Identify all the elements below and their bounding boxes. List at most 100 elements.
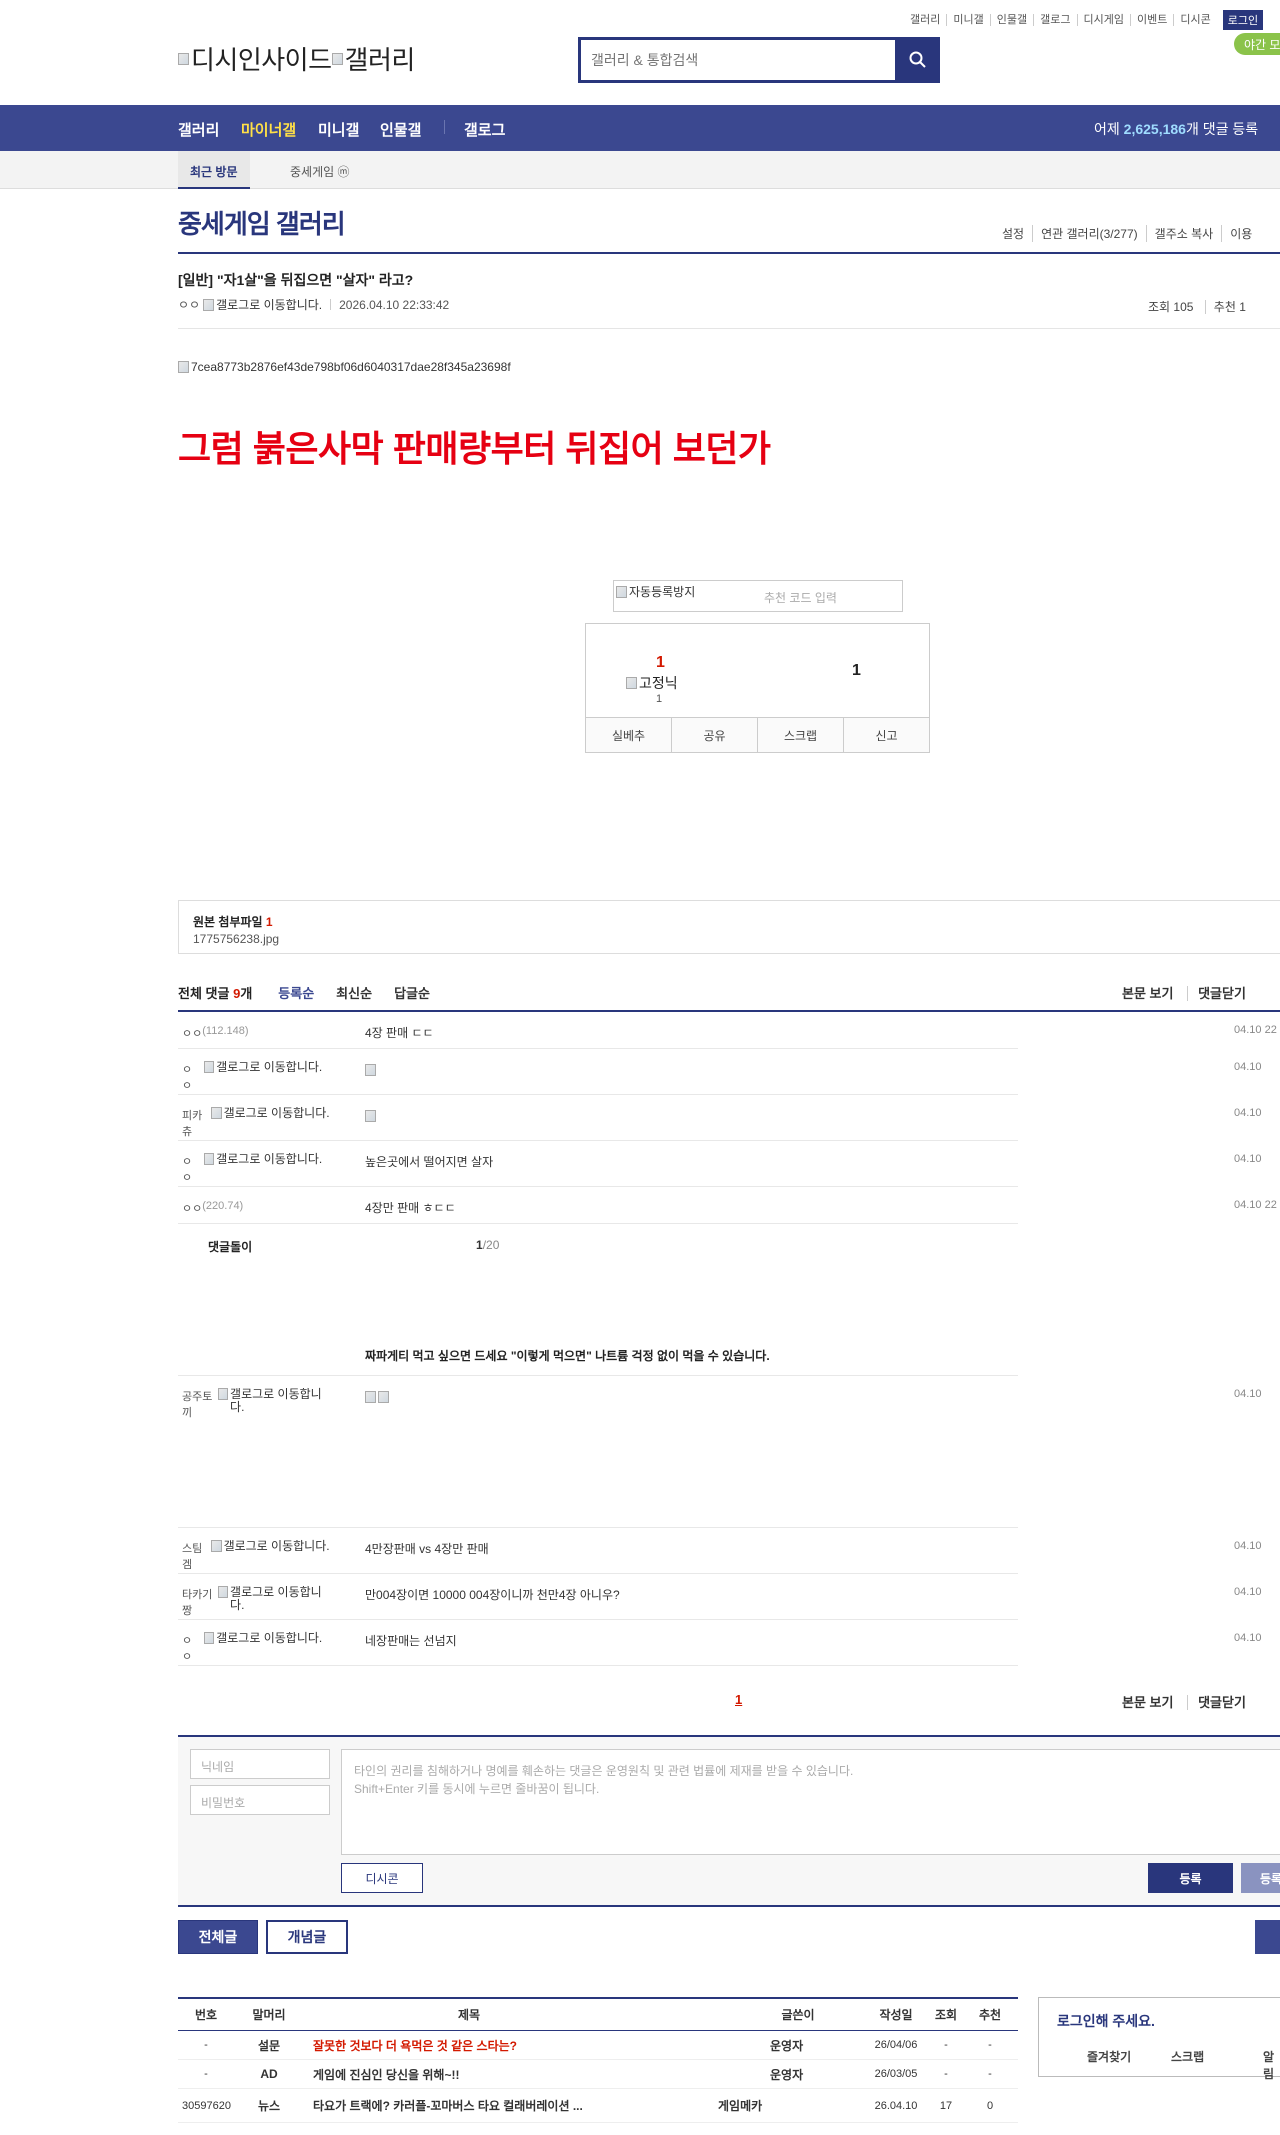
sort-by-registration[interactable]: 등록순 [278, 983, 314, 1002]
broken-image-icon [203, 1153, 215, 1165]
recommend-up-count[interactable]: 1 [656, 654, 665, 672]
comment-author[interactable]: 피카츄 갤로그로 이동합니다. [182, 1107, 332, 1139]
comment-page-current[interactable]: 1 [735, 1692, 742, 1707]
all-posts-button[interactable]: 전체글 [178, 1920, 258, 1954]
top-menu-persongal[interactable]: 인물갤 [989, 14, 1033, 26]
row-title[interactable]: 잘못한 것보다 더 욕먹은 것 같은 스타는? [313, 2031, 517, 2059]
comment-author[interactable]: 스팀겜 갤로그로 이동합니다. [182, 1540, 332, 1572]
site-logo[interactable]: 디시인사이드 갤러리 [178, 40, 415, 77]
comment-author[interactable]: ㅇㅇ (112.148) [182, 1025, 332, 1041]
attachment-count: 1 [265, 915, 273, 929]
reply-bot-ad[interactable]: 짜파게티 먹고 싶으면 드세요 "이렇게 먹으면" 나트륨 걱정 없이 먹을 수… [365, 1347, 770, 1364]
comment-text: 4장만 판매 ㅎㄷㄷ [365, 1201, 456, 1215]
comment-author[interactable]: ㅇㅇ 갤로그로 이동합니다. [182, 1061, 332, 1093]
close-comments-link[interactable]: 댓글닫기 [1187, 986, 1256, 1001]
broken-image-icon [365, 1390, 376, 1403]
gallery-title[interactable]: 중세게임 갤러리 [178, 204, 346, 241]
comment-textarea[interactable]: 타인의 권리를 침해하거나 명예를 훼손하는 댓글은 운영원칙 및 관련 법률에… [341, 1749, 1280, 1855]
usage-link[interactable]: 이용 [1221, 225, 1260, 242]
night-mode-toggle[interactable]: 야간 모 [1234, 33, 1280, 55]
share-button[interactable]: 공유 [671, 718, 757, 752]
gallog-link[interactable]: 갤로그로 이동합니다. [203, 296, 322, 313]
comments-label: 전체 댓글 [178, 986, 230, 1001]
close-comments-link-bottom[interactable]: 댓글닫기 [1187, 1695, 1256, 1710]
post-image[interactable]: 7cea8773b2876ef43de798bf06d6040317dae28f… [178, 360, 511, 374]
row-writer[interactable]: 게임메카 [718, 2089, 762, 2122]
top-menu-dccon[interactable]: 디시콘 [1173, 14, 1216, 26]
row-number: - [204, 2039, 208, 2051]
nav-gallog[interactable]: 갤로그 [464, 119, 505, 140]
row-title[interactable]: 게임에 진심인 당신을 위해~!! [313, 2060, 459, 2088]
comment-author[interactable]: ㅇㅇ 갤로그로 이동합니다. [182, 1153, 332, 1185]
view-body-link[interactable]: 본문 보기 [1122, 986, 1183, 1001]
report-button[interactable]: 신고 [843, 718, 929, 752]
comment-author[interactable]: ㅇㅇ 갤로그로 이동합니다. [182, 1632, 332, 1664]
scrap-button[interactable]: 스크랩 [757, 718, 843, 752]
dccon-button[interactable]: 디시콘 [341, 1863, 423, 1893]
search-input[interactable] [581, 40, 895, 80]
comments-total: 전체 댓글 9개 [178, 983, 252, 1002]
submit-comment-button[interactable]: 등록 [1148, 1863, 1233, 1893]
comment-author[interactable]: ㅇㅇ (220.74) [182, 1200, 332, 1216]
top-menu-minigal[interactable]: 미니갤 [946, 14, 989, 26]
row-number: - [204, 2068, 208, 2080]
row-writer[interactable]: 운영자 [770, 2031, 803, 2059]
row-title[interactable]: 타요가 트랙에? 카러플-꼬마버스 타요 컬래버레이션 ... [313, 2089, 583, 2122]
recommend-down-count[interactable]: 1 [852, 662, 861, 680]
related-gallery-link[interactable]: 연관 갤러리(3/277) [1032, 225, 1146, 242]
post-row[interactable]: - AD 게임에 진심인 당신을 위해~!! 운영자 26/03/05 - - [178, 2060, 1018, 2089]
subnav-recent-gallery[interactable]: 중세게임 ⓜ [290, 163, 350, 180]
notification-link[interactable]: 알림 [1263, 2048, 1280, 2082]
sort-by-latest[interactable]: 최신순 [336, 983, 372, 1002]
gallery-settings-link[interactable]: 설정 [994, 225, 1032, 242]
broken-image-icon [365, 1063, 376, 1076]
comment-item: ㅇㅇ (112.148) 4장 판매 ㄷㄷ 04.10 22 [178, 1012, 1277, 1049]
comment-dccon[interactable] [365, 1389, 391, 1403]
favorites-link[interactable]: 즐겨찾기 [1087, 2048, 1131, 2065]
row-writer[interactable]: 운영자 [770, 2060, 803, 2088]
view-body-link-bottom[interactable]: 본문 보기 [1122, 1695, 1183, 1710]
search-bar [578, 37, 940, 83]
write-post-button[interactable] [1255, 1920, 1280, 1954]
password-input[interactable]: 비밀번호 [190, 1785, 330, 1815]
post-row[interactable]: - 설문 잘못한 것보다 더 욕먹은 것 같은 스타는? 운영자 26/04/0… [178, 2031, 1018, 2060]
fixed-nick-alt: 고정닉 [639, 675, 678, 691]
comment-date: 04.10 [1234, 1632, 1262, 1644]
post-list: 번호 말머리 제목 글쓴이 작성일 조회 추천 - 설문 잘못한 것보다 더 욕… [178, 1997, 1018, 2123]
sub-nav: 최근 방문 중세게임 ⓜ [0, 151, 1280, 189]
scrap-link[interactable]: 스크랩 [1171, 2048, 1204, 2065]
copy-address-link[interactable]: 갤주소 복사 [1145, 225, 1222, 242]
top-menu-gallery[interactable]: 갤러리 [904, 14, 946, 26]
recommend-code-input[interactable]: 자동등록방지 추천 코드 입력 [613, 580, 903, 612]
comment-author[interactable]: 타카기짱 갤로그로 이동합니다. [182, 1586, 332, 1618]
nav-minorgal[interactable]: 마이너갤 [241, 119, 296, 140]
best-recommend-button[interactable]: 실베추 [586, 718, 671, 752]
col-date: 작성일 [879, 2008, 913, 2022]
top-menu-gallog[interactable]: 갤로그 [1033, 14, 1076, 26]
comment-date: 04.10 [1234, 1388, 1262, 1400]
submit-recommend-comment-button[interactable]: 등록 [1241, 1863, 1280, 1893]
top-menu-dcgame[interactable]: 디시게임 [1076, 14, 1130, 26]
top-menu-event[interactable]: 이벤트 [1129, 14, 1173, 26]
login-button[interactable]: 로그인 [1222, 10, 1264, 30]
login-prompt[interactable]: 로그인해 주세요. [1057, 2011, 1155, 2031]
nav-gallery[interactable]: 갤러리 [178, 119, 219, 140]
comment-dccon[interactable] [365, 1108, 378, 1122]
comment-author[interactable]: 공주토끼 갤로그로 이동합니다. [182, 1388, 332, 1420]
post-row[interactable]: 30597620 뉴스 타요가 트랙에? 카러플-꼬마버스 타요 컬래버레이션 … [178, 2089, 1018, 2123]
post-datetime: 2026.04.10 22:33:42 [339, 297, 450, 312]
subnav-recent-visit[interactable]: 최근 방문 [178, 151, 250, 189]
attachment-file[interactable]: 1775756238.jpg [193, 932, 279, 946]
comment-dccon[interactable] [365, 1062, 378, 1076]
row-recommend: - [988, 2068, 992, 2080]
nickname-input[interactable]: 닉네임 [190, 1749, 330, 1779]
meta-divider [330, 299, 332, 310]
nav-persongal[interactable]: 인물갤 [380, 119, 421, 140]
comment-write-box: 닉네임 비밀번호 타인의 권리를 침해하거나 명예를 훼손하는 댓글은 운영원칙… [178, 1735, 1280, 1907]
post-author[interactable]: ㅇㅇ [178, 296, 200, 313]
sort-by-replies[interactable]: 답글순 [394, 983, 430, 1002]
search-button[interactable] [899, 40, 937, 80]
concept-posts-button[interactable]: 개념글 [266, 1920, 348, 1954]
nav-minigal[interactable]: 미니갤 [318, 119, 359, 140]
post-title: [일반] "자1살"을 뒤집으면 "살자" 라고? [178, 272, 414, 288]
